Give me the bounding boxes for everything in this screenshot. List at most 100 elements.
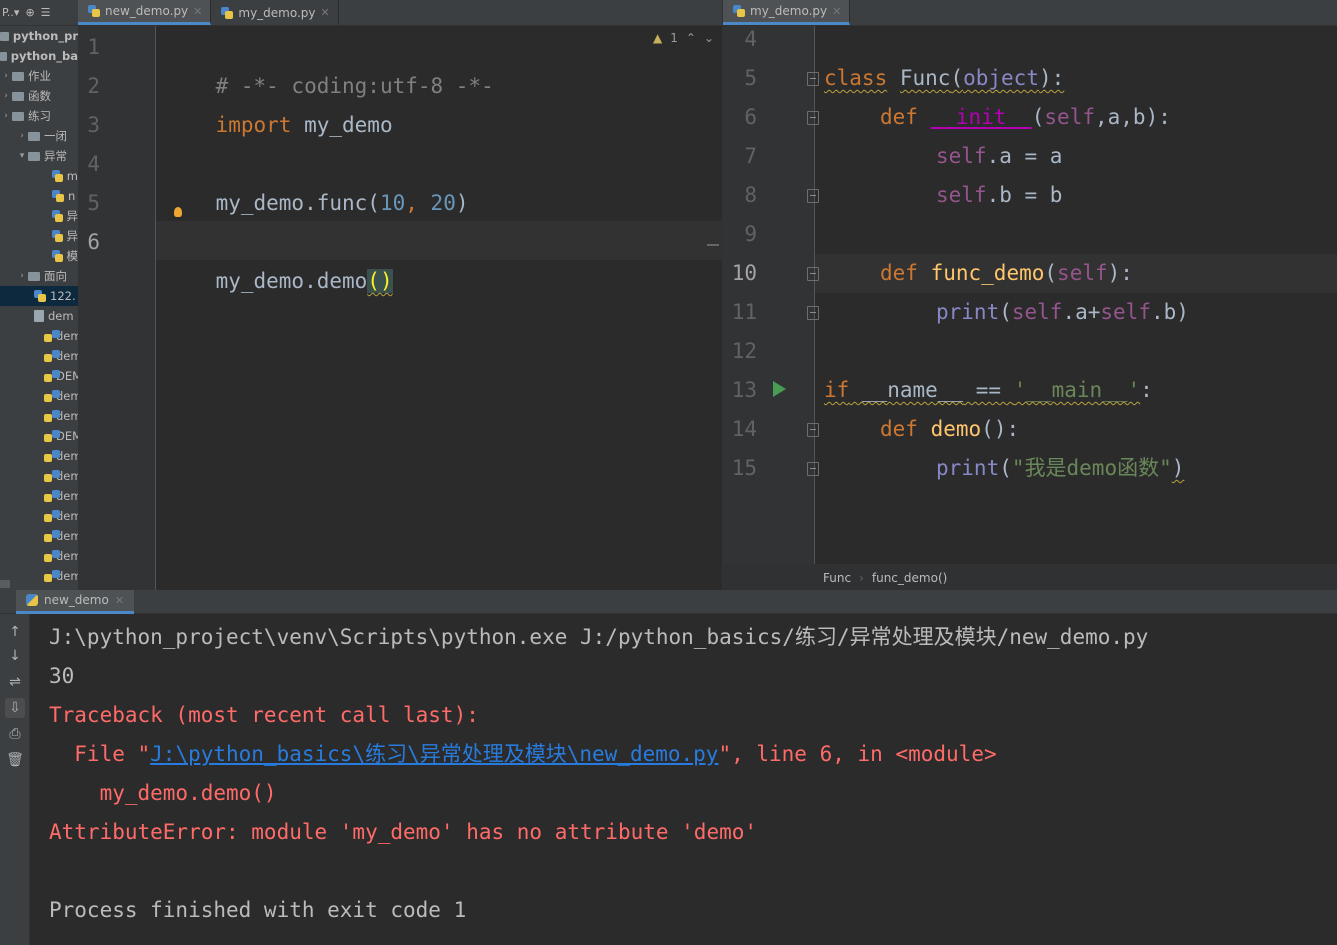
tree-item[interactable]: dem [0,566,78,586]
code-text: ) [1171,456,1185,480]
warning-count: 1 [670,31,678,45]
python-file-icon [52,210,63,222]
tree-item[interactable]: dem [0,486,78,506]
line-number: 4 [744,27,757,51]
warning-icon: ▲ [653,31,663,45]
tree-item[interactable]: › 面向 [0,266,78,286]
code-line[interactable]: # -*- coding:utf-8 -*- [165,28,494,98]
tree-item[interactable]: DEM [0,366,78,386]
trash-icon[interactable]: 🗑 [5,750,25,770]
scroll-down-icon[interactable]: ↓ [5,646,25,666]
code-line[interactable]: my_demo.func(10, 20) [165,145,469,215]
number-literal: 20 [430,191,456,215]
tree-item[interactable]: python_ba [0,46,78,66]
run-tab[interactable]: new_demo ✕ [16,589,135,614]
code-line[interactable]: self.a = a [936,137,1062,176]
tree-item[interactable]: python_pr [0,26,78,46]
scroll-to-end-icon[interactable]: ⇩ [5,698,25,718]
tree-item[interactable]: dem [0,346,78,366]
console-output[interactable]: J:\python_project\venv\Scripts\python.ex… [49,618,1337,930]
tab-my-demo[interactable]: my_demo.py ✕ [211,0,339,25]
tree-item[interactable]: n [0,186,78,206]
chevron-right-icon[interactable]: › [0,106,12,126]
locate-icon[interactable]: ⊕ [25,6,34,19]
code-line[interactable]: def __init__(self,a,b): [880,98,1171,137]
tree-item[interactable]: dem [0,326,78,346]
code-line[interactable]: def func_demo(self): [880,254,1133,293]
chevron-right-icon[interactable]: › [16,266,28,286]
tree-item[interactable]: dem [0,446,78,466]
fold-icon[interactable] [807,189,819,203]
code-text: ( [1031,105,1045,129]
fold-icon[interactable] [807,462,819,476]
tree-item[interactable]: 异 [0,206,78,226]
keyword: class [824,66,888,90]
tree-item[interactable]: dem [0,546,78,566]
tree-item[interactable]: › 一闭 [0,126,78,146]
print-icon[interactable]: ⎙ [5,724,25,744]
chevron-right-icon[interactable]: › [0,66,12,86]
code-line[interactable]: my_demo.demo() [165,223,393,293]
tree-item[interactable]: › 函数 [0,86,78,106]
fold-icon[interactable] [807,111,819,125]
run-icon[interactable] [773,381,786,397]
tree-item-label: python_ba [10,49,78,63]
code-line[interactable]: class Func(object): [824,59,1064,98]
code-line[interactable]: self.b = b [936,176,1062,215]
tree-item[interactable]: dem [0,506,78,526]
tree-item-label: 异 [66,209,79,223]
tree-item[interactable]: DEM [0,426,78,446]
tree-item[interactable]: dem [0,406,78,426]
chevron-right-icon[interactable]: › [16,126,28,146]
console-line: Traceback (most recent call last): [49,703,479,727]
tree-item[interactable]: 模 [0,246,78,266]
fold-icon[interactable] [807,306,819,320]
tree-item[interactable]: 122. [0,286,78,306]
lightbulb-icon[interactable] [174,207,182,217]
sidebar-scrollbar[interactable] [0,580,10,588]
tab-new-demo[interactable]: new_demo.py ✕ [78,0,212,25]
tree-item[interactable]: › 练习 [0,106,78,126]
chevron-right-icon[interactable]: › [0,86,12,106]
folder-icon [12,71,24,81]
console-line: File "J:\python_basics\练习\异常处理及模块\new_de… [49,735,1337,774]
next-highlight-icon[interactable]: ⌄ [704,31,714,45]
close-icon[interactable]: ✕ [193,5,202,18]
code-line[interactable]: def demo(): [880,410,1019,449]
function-name: __init__ [930,105,1032,129]
tree-item[interactable]: 异 [0,226,78,246]
fold-icon[interactable] [807,423,819,437]
code-line[interactable]: if __name__ == '__main__': [824,371,1153,410]
project-toolbar: P..▾ ⊕ ☰ [0,0,78,26]
breadcrumb-item[interactable]: Func [823,571,851,585]
code-line[interactable]: import my_demo [165,67,393,137]
chevron-down-icon[interactable]: ▾ [16,146,28,166]
file-link[interactable]: J:\python_basics\练习\异常处理及模块\new_demo.py [150,742,718,766]
tree-item[interactable]: dem [0,386,78,406]
tree-item[interactable]: dem [0,306,78,326]
line-number: 10 [731,261,757,285]
paren-highlight: () [367,269,393,293]
close-icon[interactable]: ✕ [832,5,841,18]
line-number: 1 [87,35,100,59]
tree-item[interactable]: ▾ 异常 [0,146,78,166]
code-line[interactable]: print(self.a+self.b) [936,293,1189,332]
code-text: ): [1145,105,1171,129]
tree-item[interactable]: › 作业 [0,66,78,86]
close-icon[interactable]: ✕ [321,6,330,19]
prev-highlight-icon[interactable]: ⌃ [686,31,696,45]
fold-icon[interactable] [807,72,819,86]
tree-item[interactable]: m [0,166,78,186]
breadcrumb-item[interactable]: func_demo() [872,571,947,585]
tree-item[interactable]: dem [0,466,78,486]
code-line[interactable]: print("我是demo函数") [936,449,1184,488]
soft-wrap-icon[interactable]: ⇌ [5,672,25,692]
project-view-selector[interactable]: P..▾ [2,6,19,19]
fold-icon[interactable] [807,267,819,281]
tree-item[interactable]: dem [0,526,78,546]
code-text: ( [950,66,964,90]
collapse-icon[interactable]: ☰ [41,6,51,19]
inspection-widget[interactable]: ▲ 1 ⌃ ⌄ [653,31,714,45]
scroll-up-icon[interactable]: ↑ [5,622,25,642]
close-icon[interactable]: ✕ [115,594,124,607]
